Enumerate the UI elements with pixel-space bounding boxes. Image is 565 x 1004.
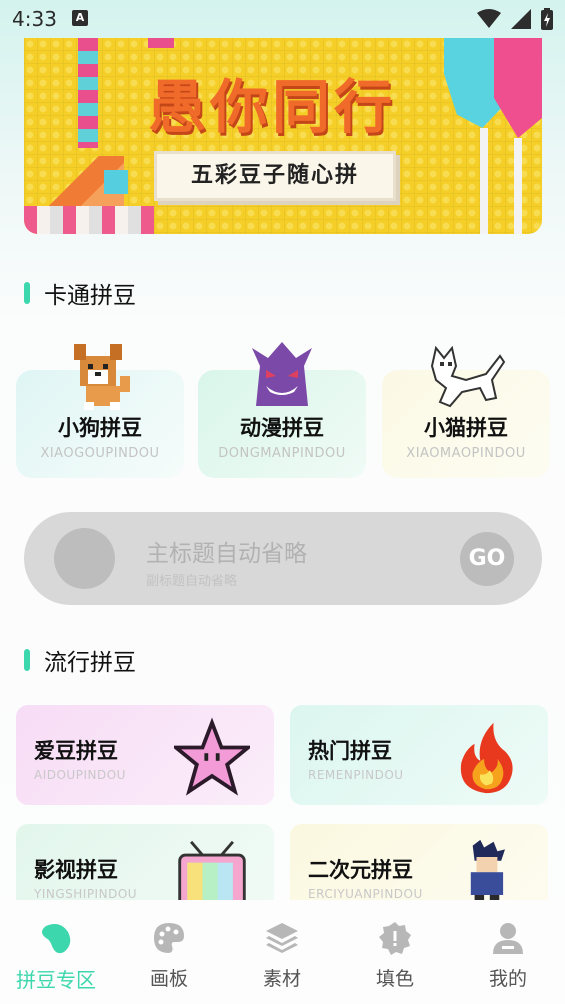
- pixel-column-left: [78, 38, 98, 148]
- popular-card-hot[interactable]: 热门拼豆 REMENPINDOU: [290, 705, 548, 805]
- card-pinyin: REMENPINDOU: [308, 768, 404, 782]
- nav-item-bean-zone[interactable]: 拼豆专区: [6, 920, 106, 993]
- pixel-block-cyan: [104, 170, 128, 194]
- bean-icon: [42, 924, 71, 954]
- card-pinyin: YINGSHIPINDOU: [34, 887, 138, 901]
- nav-item-materials[interactable]: 素材: [232, 920, 332, 991]
- card-pinyin: ERCIYUANPINDOU: [308, 887, 423, 901]
- banner-title: 愚你同行: [148, 73, 397, 141]
- nav-label: 我的: [488, 968, 527, 990]
- section-accent-bar: [24, 282, 30, 304]
- system-icons: [477, 8, 553, 30]
- pixel-balloon-pink: [494, 38, 542, 138]
- card-name: 影视拼豆: [34, 858, 118, 882]
- card-pinyin: AIDOUPINDOU: [34, 768, 126, 782]
- battery-icon: [541, 8, 553, 30]
- fill-badge-icon: [379, 922, 411, 955]
- status-time: 4:33: [12, 7, 57, 31]
- signal-icon: [511, 9, 531, 29]
- promo-main-title: 主标题自动省略: [146, 541, 307, 567]
- cat-icon: [430, 345, 506, 408]
- cartoon-card-dog[interactable]: 小狗拼豆 XIAOGOUPINDOU: [16, 344, 184, 478]
- card-name: 热门拼豆: [308, 739, 392, 763]
- card-name: 二次元拼豆: [308, 858, 413, 882]
- popular-card-idol[interactable]: 爱豆拼豆 AIDOUPINDOU: [16, 705, 274, 805]
- nav-item-profile[interactable]: 我的: [458, 920, 558, 991]
- nav-label: 填色: [375, 968, 414, 990]
- cartoon-section-label: 卡通拼豆: [44, 283, 136, 309]
- nav-label: 素材: [262, 968, 301, 990]
- nav-label: 拼豆专区: [16, 968, 96, 992]
- card-pinyin: XIAOGOUPINDOU: [40, 446, 160, 461]
- promo-avatar: [54, 528, 115, 589]
- promo-bar[interactable]: 主标题自动省略 副标题自动省略 GO: [24, 512, 542, 605]
- palette-icon: [154, 923, 184, 953]
- popular-section-label: 流行拼豆: [44, 650, 136, 676]
- banner-subtitle: 五彩豆子随心拼: [154, 151, 396, 201]
- pixel-ground-left: [24, 206, 154, 234]
- card-pinyin: DONGMANPINDOU: [218, 446, 346, 461]
- card-name: 爱豆拼豆: [34, 739, 118, 763]
- popular-section-title: 流行拼豆: [24, 643, 136, 677]
- status-bar: 4:33 A: [0, 0, 565, 38]
- notification-a-icon: A: [72, 10, 88, 26]
- bottom-nav: 拼豆专区 画板 素材 填色 我的: [0, 900, 565, 1004]
- section-accent-bar: [24, 649, 30, 671]
- nav-label: 画板: [149, 968, 188, 990]
- nav-item-canvas[interactable]: 画板: [119, 920, 219, 991]
- layers-icon: [266, 923, 298, 953]
- card-name: 小猫拼豆: [424, 416, 508, 440]
- nav-item-coloring[interactable]: 填色: [345, 920, 445, 991]
- dog-icon: [74, 344, 130, 410]
- cartoon-card-cat[interactable]: 小猫拼豆 XIAOMAOPINDOU: [382, 345, 550, 478]
- profile-icon: [493, 923, 523, 954]
- cartoon-section-title: 卡通拼豆: [24, 276, 136, 310]
- fire-icon: [460, 722, 513, 794]
- wifi-icon: [477, 9, 501, 28]
- card-name: 小狗拼豆: [58, 416, 142, 440]
- card-name: 动漫拼豆: [240, 416, 324, 440]
- ghost-icon: [252, 342, 312, 406]
- pixel-strip-top: [148, 38, 174, 48]
- go-button[interactable]: GO: [460, 532, 514, 586]
- pixel-string: [480, 128, 488, 234]
- cartoon-card-anime[interactable]: 动漫拼豆 DONGMANPINDOU: [198, 342, 366, 478]
- hero-banner[interactable]: 愚你同行 五彩豆子随心拼: [24, 38, 542, 234]
- card-pinyin: XIAOMAOPINDOU: [406, 446, 526, 461]
- star-icon: [174, 717, 250, 796]
- promo-subtitle: 副标题自动省略: [146, 574, 238, 589]
- pixel-string-2: [514, 138, 522, 234]
